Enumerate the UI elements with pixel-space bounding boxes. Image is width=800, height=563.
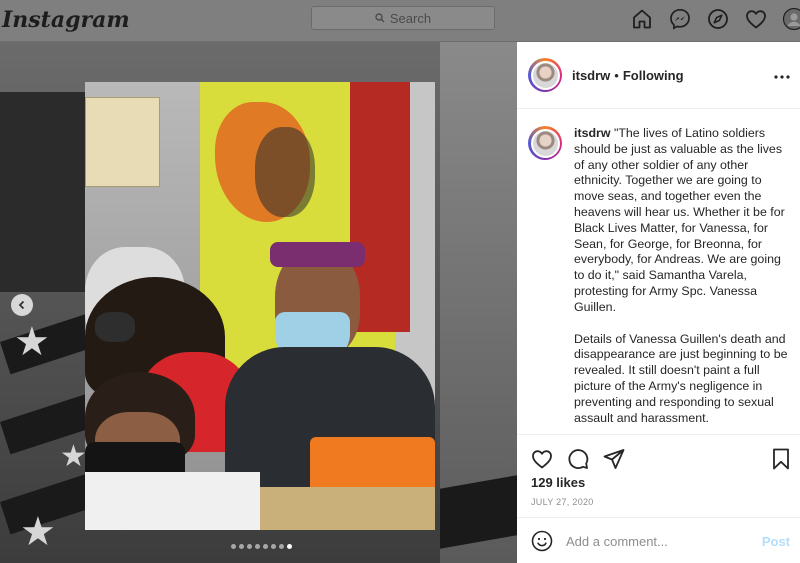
instagram-logo[interactable]: Instagram — [2, 7, 130, 33]
caption-text-1: "The lives of Latino soldiers should be … — [574, 126, 785, 314]
post-header: itsdrw • Following — [517, 42, 800, 109]
carousel-dot — [263, 544, 268, 549]
separator-dot: • — [614, 67, 619, 83]
search-icon — [375, 13, 385, 23]
caption-username[interactable]: itsdrw — [574, 126, 611, 140]
top-nav: Instagram Search — [0, 0, 800, 42]
caption-paragraph-1: itsdrw "The lives of Latino soldiers sho… — [574, 126, 790, 316]
carousel-indicator — [231, 544, 292, 549]
carousel-dot — [231, 544, 236, 549]
carousel-dot — [247, 544, 252, 549]
like-heart-icon[interactable] — [530, 447, 554, 471]
post-date[interactable]: JULY 27, 2020 — [531, 497, 594, 507]
profile-avatar-icon[interactable] — [782, 7, 800, 31]
comment-input[interactable] — [566, 533, 756, 549]
carousel-dot — [255, 544, 260, 549]
share-icon[interactable] — [602, 447, 626, 471]
comment-bar: Post — [517, 517, 800, 563]
caption-text-2: Details of Vanessa Guillen's death and d… — [574, 331, 788, 425]
caption-author-avatar[interactable] — [528, 126, 562, 160]
post-photo[interactable] — [85, 82, 435, 530]
emoji-icon[interactable] — [530, 529, 554, 553]
carousel-dot — [279, 544, 284, 549]
carousel-dot — [239, 544, 244, 549]
author-avatar[interactable] — [528, 58, 562, 92]
comment-icon[interactable] — [566, 447, 590, 471]
following-button[interactable]: Following — [623, 68, 684, 83]
post-caption: itsdrw "The lives of Latino soldiers sho… — [528, 126, 790, 426]
carousel-dot — [271, 544, 276, 549]
messenger-icon[interactable] — [668, 7, 692, 31]
search-placeholder: Search — [389, 10, 432, 26]
explore-icon[interactable] — [706, 7, 730, 31]
more-options-icon[interactable] — [774, 66, 790, 84]
carousel-dot-active — [287, 544, 292, 549]
post-comment-button[interactable]: Post — [762, 534, 790, 549]
likes-count[interactable]: 129 likes — [531, 475, 585, 490]
post-actions: 129 likes JULY 27, 2020 Post — [517, 434, 800, 563]
search-box[interactable]: Search — [311, 6, 495, 30]
home-icon[interactable] — [630, 7, 654, 31]
post-detail-panel: itsdrw • Following itsdrw "The lives of … — [517, 42, 800, 563]
activity-heart-icon[interactable] — [744, 7, 768, 31]
save-bookmark-icon[interactable] — [770, 447, 792, 471]
carousel-prev-button[interactable] — [11, 294, 33, 316]
author-username[interactable]: itsdrw — [572, 68, 610, 83]
chevron-left-icon — [18, 300, 25, 310]
